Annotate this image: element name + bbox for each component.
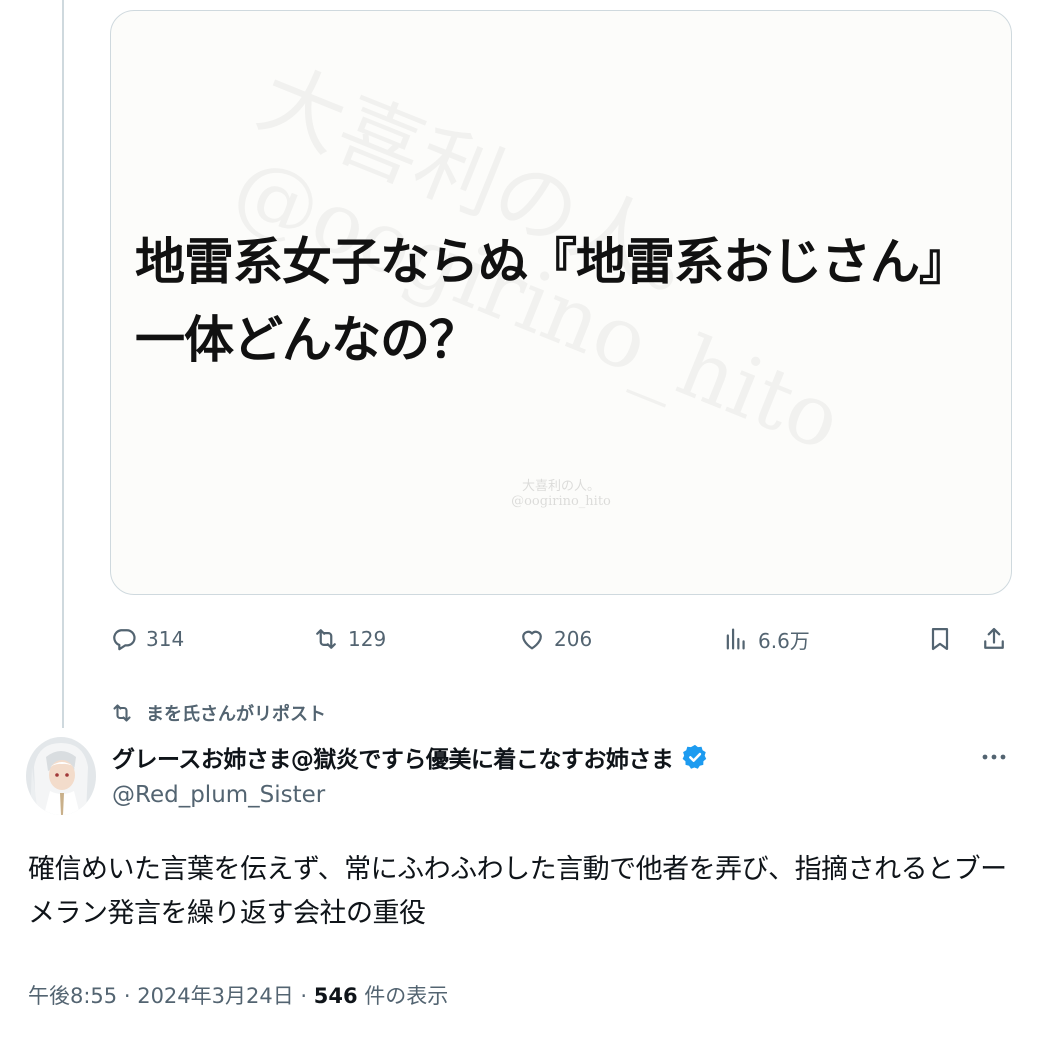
reply-button[interactable]: 314	[110, 618, 184, 660]
views-count: 6.6万	[758, 628, 810, 653]
author-handle[interactable]: @Red_plum_Sister	[112, 782, 325, 808]
view-count: 546	[313, 984, 358, 1008]
share-icon	[984, 627, 1004, 649]
author-display-name[interactable]: グレースお姉さま@獄炎ですら優美に着こなすお姉さま	[112, 740, 674, 774]
views-icon	[726, 628, 745, 650]
media-text-line-2: 一体どんなの？	[135, 310, 479, 369]
tweet-media-image[interactable]: 大喜利の人。 @oogirino_hito 地雷系女子ならぬ『地雷系おじさん』 …	[110, 10, 1012, 595]
repost-icon	[113, 704, 131, 722]
more-options-button[interactable]	[976, 742, 1012, 772]
watermark-small: 大喜利の人。 @oogirino_hito	[511, 479, 611, 509]
reposted-by-label: まを氏さんがリポスト	[146, 704, 326, 725]
repost-icon	[316, 629, 336, 649]
repost-button[interactable]: 129	[312, 618, 386, 660]
more-icon	[982, 754, 1006, 760]
like-button[interactable]: 206	[518, 618, 592, 660]
reply-icon	[113, 629, 136, 651]
repost-count: 129	[348, 627, 387, 651]
tweet-body-text: 確信めいた言葉を伝えず、常にふわふわした言動で他者を弄び、指摘されるとブーメラン…	[28, 854, 1007, 929]
bookmark-button[interactable]	[926, 618, 954, 660]
meta-separator: ·	[293, 984, 314, 1008]
views-button[interactable]: 6.6万	[722, 618, 810, 660]
share-button[interactable]	[980, 618, 1008, 660]
like-icon	[522, 630, 542, 650]
verified-icon	[682, 744, 707, 769]
media-main-text: 地雷系女子ならぬ『地雷系おじさん』 一体どんなの？	[135, 223, 1007, 379]
tweet-meta: 午後8:55 · 2024年3月24日 · 546 件の表示	[28, 980, 448, 1010]
reposted-by-indicator[interactable]: まを氏さんがリポスト	[110, 700, 326, 726]
author-name-row: グレースお姉さま@獄炎ですら優美に着こなすお姉さま	[112, 740, 709, 774]
tweet-action-bar: 314 129 206 6.6万	[110, 618, 1030, 660]
bookmark-icon	[931, 627, 949, 651]
avatar[interactable]	[26, 737, 96, 815]
tweet-time[interactable]: 午後8:55	[28, 984, 117, 1008]
thread-connector-line	[62, 0, 64, 728]
view-count-label: 件の表示	[357, 984, 449, 1008]
reply-count: 314	[146, 627, 185, 651]
tweet-date[interactable]: 2024年3月24日	[137, 984, 294, 1008]
media-text-line-1: 地雷系女子ならぬ『地雷系おじさん』	[135, 232, 969, 291]
meta-separator: ·	[117, 984, 138, 1008]
like-count: 206	[554, 627, 593, 651]
